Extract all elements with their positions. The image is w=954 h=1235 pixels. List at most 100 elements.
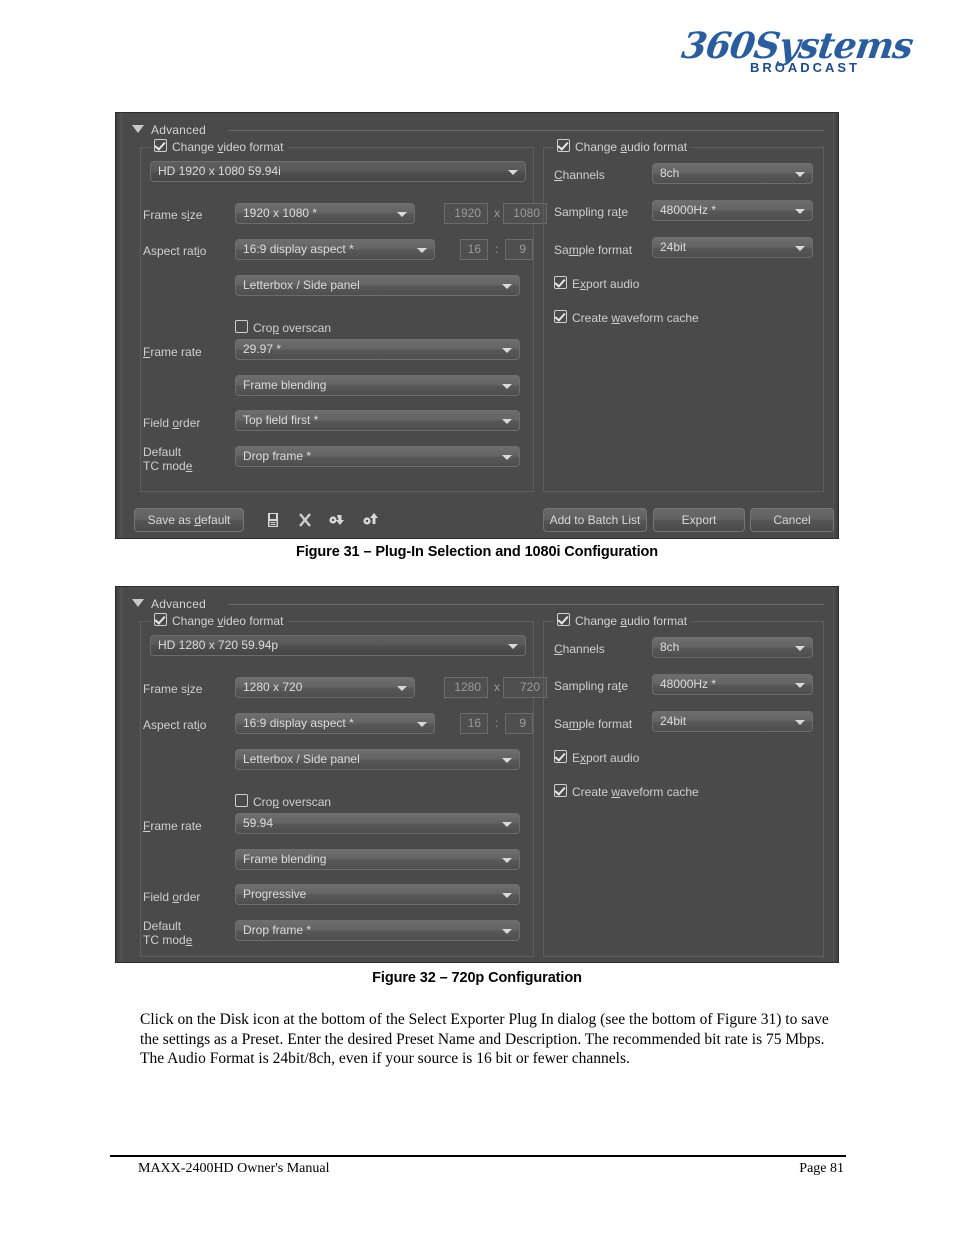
frame-size-combo-2[interactable]: 1280 x 720 — [235, 677, 415, 698]
chevron-down-icon — [502, 455, 512, 460]
video-preset-combo-1[interactable]: HD 1920 x 1080 59.94i — [150, 161, 526, 182]
scaling-mode-combo-2[interactable]: Letterbox / Side panel — [235, 749, 520, 770]
field-order-label-pre: Field — [143, 416, 173, 430]
aspect-numerator-field-1[interactable]: 16 — [460, 239, 488, 260]
create-waveform-cache-row-1[interactable]: Create waveform cache — [554, 310, 699, 325]
sample-format-combo-1[interactable]: 24bit — [652, 237, 813, 258]
save-as-default-button[interactable]: Save as default — [134, 508, 244, 532]
sampling-rate-combo-1[interactable]: 48000Hz * — [652, 200, 813, 221]
export-audio-checkbox-2[interactable] — [554, 750, 567, 763]
chevron-down-icon — [502, 758, 512, 763]
frame-width-field-2[interactable]: 1280 — [444, 677, 488, 698]
aspect-denominator-field-2[interactable]: 9 — [505, 713, 533, 734]
body-paragraph: Click on the Disk icon at the bottom of … — [140, 1011, 829, 1067]
export-audio-label-pre-2: E — [572, 751, 581, 765]
frame-rate-combo-1[interactable]: 29.97 * — [235, 339, 520, 360]
cancel-button[interactable]: Cancel — [750, 508, 834, 532]
change-video-format-checkbox-1[interactable] — [154, 139, 167, 152]
change-video-format-title-1[interactable]: Change video format — [151, 139, 289, 154]
export-audio-checkbox-1[interactable] — [554, 276, 567, 289]
tc-mode-combo-1[interactable]: Drop frame * — [235, 446, 520, 467]
x-delete-icon[interactable] — [296, 511, 314, 529]
add-to-batch-list-button[interactable]: Add to Batch List — [543, 508, 647, 532]
create-waveform-cache-checkbox-2[interactable] — [554, 784, 567, 797]
change-audio-format-checkbox-1[interactable] — [557, 139, 570, 152]
frame-height-field-2[interactable]: 720 — [503, 677, 547, 698]
aspect-ratio-value-1: 16:9 display aspect * — [243, 242, 354, 256]
frame-blending-value-2: Frame blending — [243, 852, 327, 866]
aspect-denominator-field-1[interactable]: 9 — [505, 239, 533, 260]
crop-overscan-row-2[interactable]: Crop overscan — [235, 794, 331, 809]
sample-format-value-2: 24bit — [660, 714, 687, 728]
create-waveform-cache-checkbox-1[interactable] — [554, 310, 567, 323]
channels-combo-2[interactable]: 8ch — [652, 637, 813, 658]
change-audio-format-title-2[interactable]: Change audio format — [554, 613, 693, 628]
aspect-ratio-label-1: Aspect ratio — [143, 244, 206, 258]
tc-mode-combo-2[interactable]: Drop frame * — [235, 920, 520, 941]
change-video-format-checkbox-2[interactable] — [154, 613, 167, 626]
change-audio-format-group-2: Change audio format Channels 8ch Samplin… — [543, 613, 824, 957]
dialog-1-body: Advanced Change video format HD 1920 x 1… — [116, 113, 838, 538]
frame-size-label-pre: Frame s — [143, 208, 188, 222]
change-video-format-title-2[interactable]: Change video format — [151, 613, 289, 628]
aspect-label-pre: Aspect rat — [143, 244, 198, 258]
field-order-value-2: Progressive — [243, 887, 307, 901]
export-preset-icon[interactable] — [362, 511, 380, 529]
frame-blending-combo-1[interactable]: Frame blending — [235, 375, 520, 396]
save-as-default-label-post: efault — [201, 513, 231, 527]
save-as-default-label-key: d — [194, 513, 202, 527]
sampling-rate-combo-2[interactable]: 48000Hz * — [652, 674, 813, 695]
frame-rate-combo-2[interactable]: 59.94 — [235, 813, 520, 834]
frame-height-field-1[interactable]: 1080 — [503, 203, 547, 224]
crop-label-pre: Cro — [253, 321, 273, 335]
frame-rate-label-post: rame rate — [150, 345, 202, 359]
aspect-ratio-combo-1[interactable]: 16:9 display aspect * — [235, 239, 435, 260]
frame-size-combo-1[interactable]: 1920 x 1080 * — [235, 203, 415, 224]
chevron-down-icon — [795, 246, 805, 251]
video-preset-value-1: HD 1920 x 1080 59.94i — [158, 164, 281, 178]
create-waveform-cache-row-2[interactable]: Create waveform cache — [554, 784, 699, 799]
field-order-combo-2[interactable]: Progressive — [235, 884, 520, 905]
video-preset-value-2: HD 1280 x 720 59.94p — [158, 638, 279, 652]
aspect-ratio-label-2: Aspect ratio — [143, 718, 206, 732]
export-audio-row-2[interactable]: Export audio — [554, 750, 639, 765]
advanced-disclosure-1[interactable]: Advanced — [132, 121, 824, 139]
aspect-numerator-field-2[interactable]: 16 — [460, 713, 488, 734]
change-audio-format-checkbox-2[interactable] — [557, 613, 570, 626]
field-order-combo-1[interactable]: Top field first * — [235, 410, 520, 431]
sample-format-label-2: Sample format — [554, 717, 632, 731]
change-audio-format-title-1[interactable]: Change audio format — [554, 139, 693, 154]
chevron-down-icon — [502, 858, 512, 863]
scaling-mode-value-2: Letterbox / Side panel — [243, 752, 360, 766]
frame-size-value-1: 1920 x 1080 * — [243, 206, 318, 220]
sample-format-label-pre-2: Sa — [554, 717, 569, 731]
crop-overscan-checkbox-1[interactable] — [235, 320, 248, 333]
export-button[interactable]: Export — [653, 508, 745, 532]
aspect-ratio-combo-2[interactable]: 16:9 display aspect * — [235, 713, 435, 734]
sample-format-label-post-2: ple format — [578, 717, 633, 731]
frame-size-label-pre-2: Frame s — [143, 682, 188, 696]
import-preset-icon[interactable] — [328, 511, 346, 529]
chevron-down-icon — [795, 646, 805, 651]
sample-format-combo-2[interactable]: 24bit — [652, 711, 813, 732]
chevron-down-icon — [508, 170, 518, 175]
crop-overscan-checkbox-2[interactable] — [235, 794, 248, 807]
sampling-label-post: e — [621, 205, 629, 219]
waveform-label-post-2: aveform cache — [620, 785, 699, 799]
channels-combo-1[interactable]: 8ch — [652, 163, 813, 184]
video-preset-combo-2[interactable]: HD 1280 x 720 59.94p — [150, 635, 526, 656]
chevron-down-icon — [502, 384, 512, 389]
footer-page-number: Page 81 — [799, 1161, 844, 1176]
advanced-disclosure-2[interactable]: Advanced — [132, 595, 824, 613]
waveform-label-key-2: w — [611, 785, 621, 799]
tc-mode-label-line1: Default — [143, 445, 182, 459]
export-audio-row-1[interactable]: Export audio — [554, 276, 639, 291]
channels-label-post-2: hannels — [562, 642, 605, 656]
field-order-label-2: Field order — [143, 890, 200, 904]
crop-overscan-row-1[interactable]: Crop overscan — [235, 320, 331, 335]
frame-width-field-1[interactable]: 1920 — [444, 203, 488, 224]
frame-blending-combo-2[interactable]: Frame blending — [235, 849, 520, 870]
floppy-disk-icon[interactable] — [264, 511, 282, 529]
scaling-mode-combo-1[interactable]: Letterbox / Side panel — [235, 275, 520, 296]
frame-rate-value-2: 59.94 — [243, 816, 274, 830]
